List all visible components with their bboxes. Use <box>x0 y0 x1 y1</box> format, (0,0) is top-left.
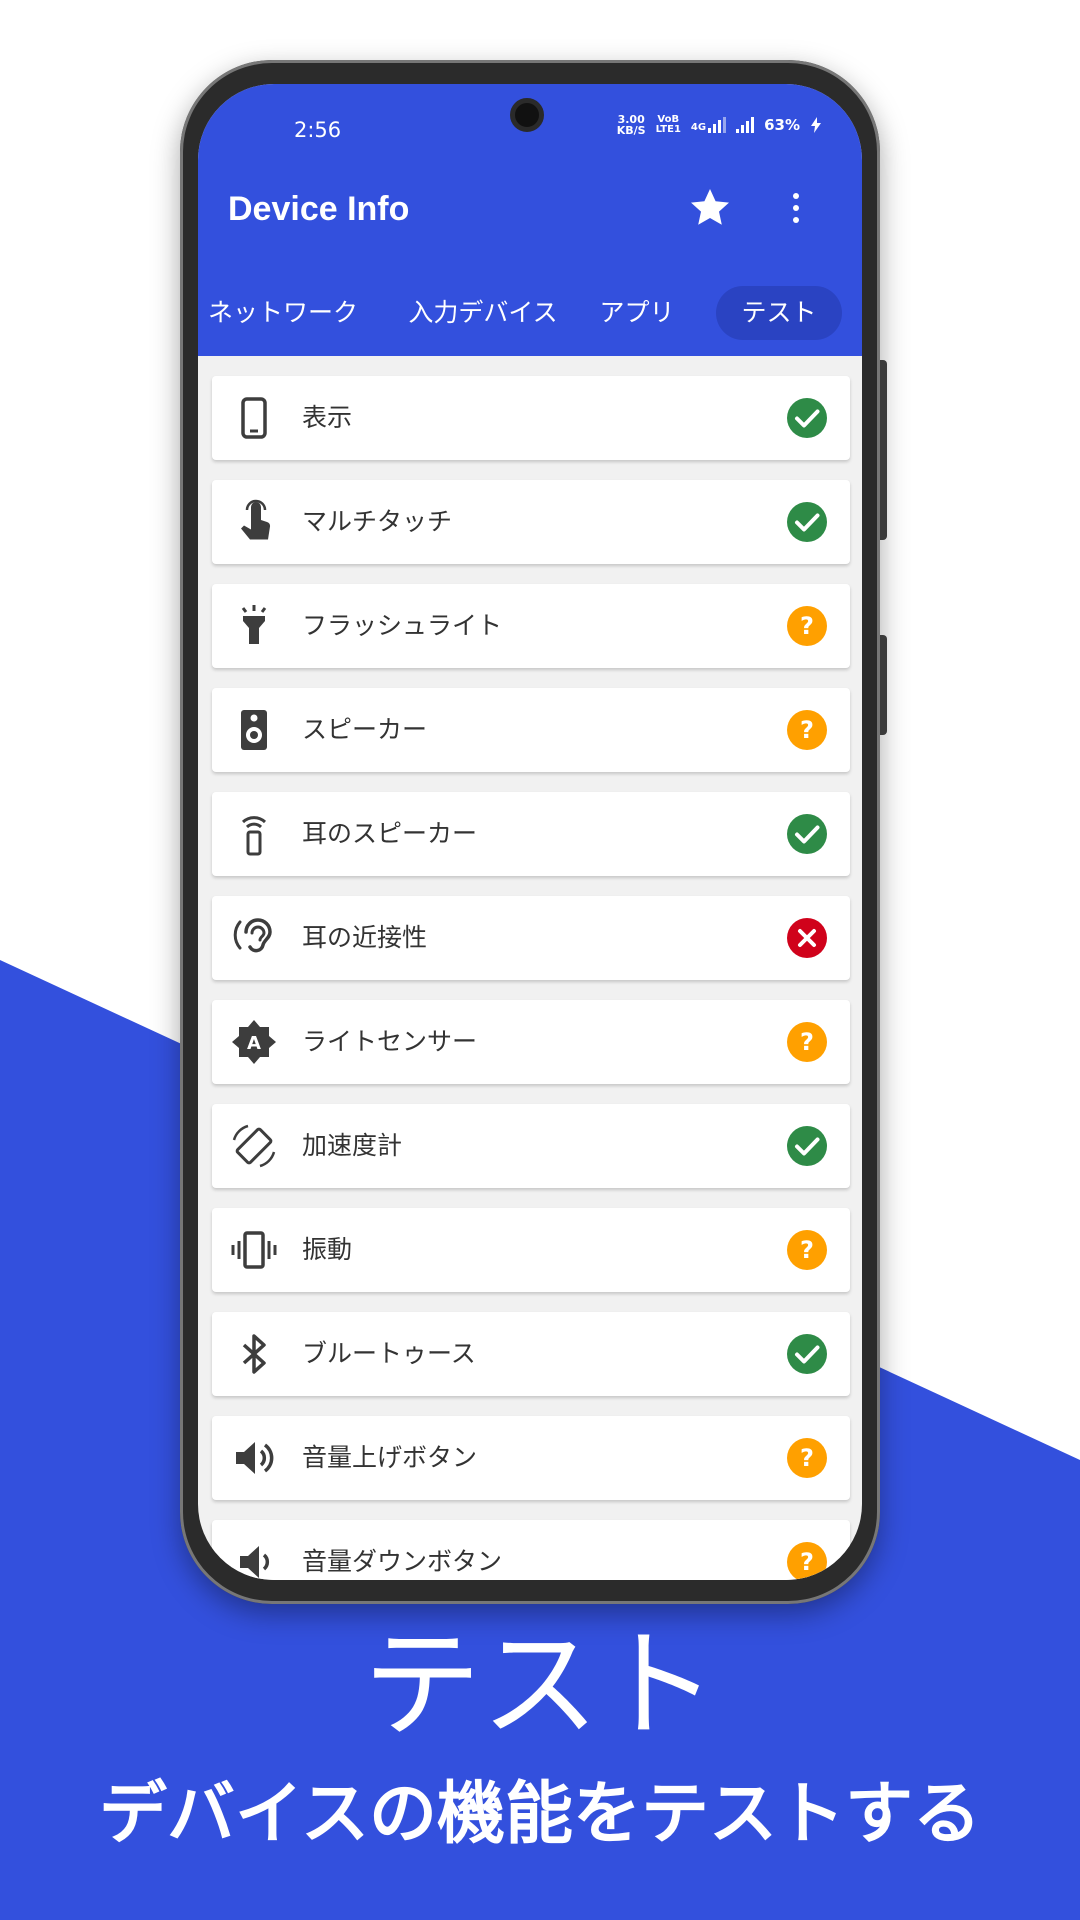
caption-subtitle: デバイスの機能をテストする <box>99 1775 981 1854</box>
list-item[interactable]: 音量上げボタン ? <box>212 1416 850 1500</box>
check-circle-icon <box>787 398 827 438</box>
help-circle-icon: ? <box>787 1022 827 1062</box>
list-item[interactable]: 振動 ? <box>212 1208 850 1292</box>
battery-level: 63% <box>764 116 800 134</box>
phone-screen: 2:56 3.00 KB/S VoB LTE1 4G 63% Device In… <box>198 84 862 1580</box>
list-item[interactable]: ブルートゥース <box>212 1312 850 1396</box>
list-item-label: スピーカー <box>302 715 428 744</box>
star-icon[interactable] <box>686 184 734 232</box>
phone-frame: 2:56 3.00 KB/S VoB LTE1 4G 63% Device In… <box>180 60 887 1604</box>
svg-text:?: ? <box>800 716 814 744</box>
svg-text:?: ? <box>800 1548 814 1576</box>
tab-network[interactable]: ネットワーク <box>208 286 358 340</box>
list-item[interactable]: フラッシュライト ? <box>212 584 850 668</box>
list-item-label: 振動 <box>302 1235 353 1264</box>
tab-apps[interactable]: アプリ <box>590 286 684 340</box>
speaker-icon <box>241 710 267 750</box>
help-circle-icon: ? <box>787 1438 827 1478</box>
touch-icon <box>241 499 271 540</box>
svg-text:?: ? <box>800 1028 814 1056</box>
svg-text:?: ? <box>800 1236 814 1264</box>
list-item-label: ブルートゥース <box>302 1339 476 1368</box>
ear-speaker-icon <box>241 816 267 856</box>
check-circle-icon <box>787 1334 827 1374</box>
vibration-icon <box>231 1231 277 1269</box>
cancel-circle-icon <box>787 918 827 958</box>
help-circle-icon: ? <box>787 1230 827 1270</box>
help-circle-icon: ? <box>787 710 827 750</box>
list-item[interactable]: 加速度計 <box>212 1104 850 1188</box>
brightness-auto-icon: A <box>232 1020 276 1064</box>
svg-text:?: ? <box>800 1444 814 1472</box>
list-item-label: 加速度計 <box>302 1131 403 1160</box>
list-item-label: 音量上げボタン <box>302 1443 478 1472</box>
caption-title: テスト <box>362 1616 717 1754</box>
list-item-label: 音量ダウンボタン <box>302 1547 503 1576</box>
flashlight-icon <box>241 605 267 644</box>
help-circle-icon: ? <box>787 1542 827 1580</box>
app-title: Device Info <box>228 190 410 228</box>
bluetooth-icon <box>242 1334 266 1374</box>
phone-side-button <box>880 635 887 735</box>
list-item[interactable]: マルチタッチ <box>212 480 850 564</box>
list-item-label: フラッシュライト <box>302 611 503 640</box>
phone-icon <box>241 397 267 439</box>
list-item-label: 表示 <box>302 403 353 432</box>
list-item[interactable]: スピーカー ? <box>212 688 850 772</box>
screen-rotation-icon <box>232 1124 276 1168</box>
check-circle-icon <box>787 502 827 542</box>
status-bar: 2:56 3.00 KB/S VoB LTE1 4G 63% <box>198 84 862 156</box>
list-item[interactable]: A ライトセンサー ? <box>212 1000 850 1084</box>
signal-icon <box>736 117 755 133</box>
phone-side-button <box>880 360 887 540</box>
check-circle-icon <box>787 1126 827 1166</box>
list-item[interactable]: 耳のスピーカー <box>212 792 850 876</box>
list-item[interactable]: 音量ダウンボタン ? <box>212 1520 850 1580</box>
app-bar: Device Info <box>198 156 862 264</box>
list-item-label: 耳のスピーカー <box>302 819 478 848</box>
list-item[interactable]: 表示 <box>212 376 850 460</box>
front-camera <box>510 98 544 132</box>
list-item-label: 耳の近接性 <box>302 923 428 952</box>
tab-bar: ネットワーク 入力デバイス アプリ テスト <box>198 264 862 356</box>
list-item-label: マルチタッチ <box>302 507 453 536</box>
tab-input-devices[interactable]: 入力デバイス <box>408 286 558 340</box>
volume-down-icon <box>240 1546 270 1578</box>
status-time: 2:56 <box>294 118 342 142</box>
volume-up-icon <box>236 1442 274 1474</box>
tab-test[interactable]: テスト <box>716 286 842 340</box>
more-vert-icon[interactable] <box>782 184 810 232</box>
signal-4g-icon: 4G <box>691 117 727 133</box>
network-speed: 3.00 KB/S <box>616 113 646 137</box>
svg-text:A: A <box>247 1033 261 1054</box>
check-circle-icon <box>787 814 827 854</box>
list-item-label: ライトセンサー <box>302 1027 478 1056</box>
help-circle-icon: ? <box>787 606 827 646</box>
charging-icon <box>811 117 821 133</box>
ear-icon <box>233 918 272 953</box>
volte-indicator: VoB LTE1 <box>655 114 681 135</box>
status-indicators: 3.00 KB/S VoB LTE1 4G 63% <box>617 114 822 136</box>
svg-text:?: ? <box>800 612 814 640</box>
list-item[interactable]: 耳の近接性 <box>212 896 850 980</box>
